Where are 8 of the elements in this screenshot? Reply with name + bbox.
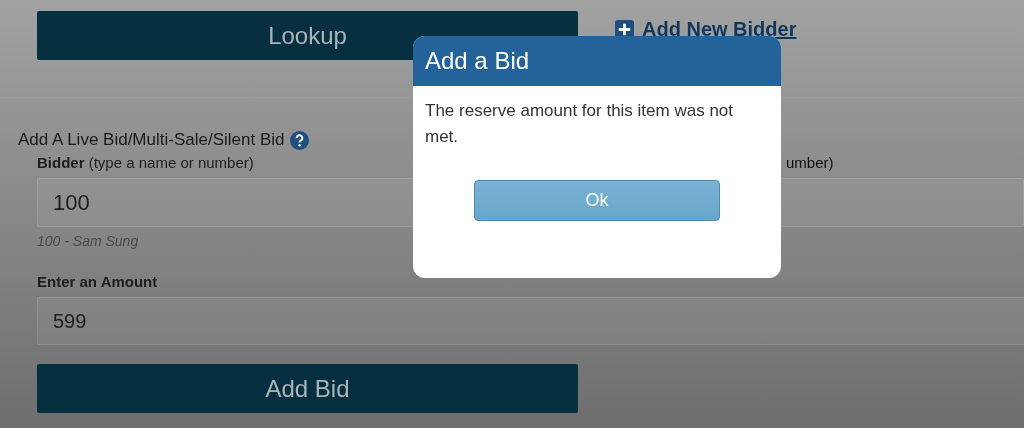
amount-label: Enter an Amount — [37, 273, 159, 291]
dialog-message: The reserve amount for this item was not met. — [425, 100, 735, 148]
bidder-label: Bidder (type a name or number) — [37, 154, 255, 172]
bidder-match-text: 100 - Sam Sung — [37, 233, 140, 251]
field-label: umber) — [786, 154, 835, 172]
section-title: Add A Live Bid/Multi-Sale/Silent Bid — [18, 130, 285, 150]
add-bid-button[interactable]: Add Bid — [37, 364, 578, 413]
help-icon[interactable] — [290, 130, 310, 150]
